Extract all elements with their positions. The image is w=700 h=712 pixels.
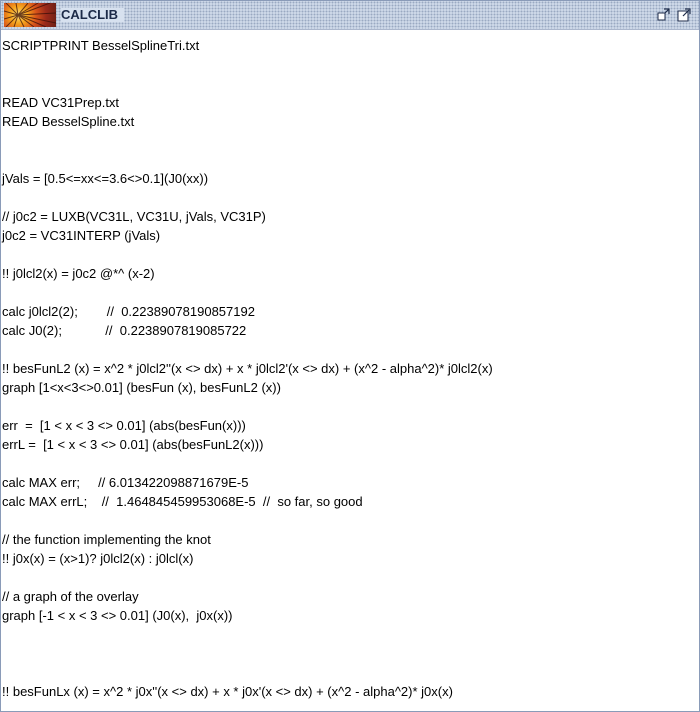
script-line: calc MAX errL; // 1.464845459953068E-5 /… (2, 494, 363, 509)
restore-icon[interactable] (657, 8, 671, 22)
script-line: // a graph of the overlay (2, 589, 139, 604)
script-line: !! besFunL2 (x) = x^2 * j0lcl2''(x <> dx… (2, 361, 493, 376)
title-bar[interactable]: CALCLIB (1, 1, 699, 30)
script-line: j0c2 = VC31INTERP (jVals) (2, 228, 161, 243)
script-line: graph [1<x<3<>0.01] (besFun (x), besFunL… (2, 380, 281, 395)
script-line: calc J0(2); // 0.2238907819085722 (2, 323, 247, 338)
script-line: calc MAX err; // 6.013422098871679E-5 (2, 475, 249, 490)
script-line: graph [-1 < x < 3 <> 0.01] (J0(x), j0x(x… (2, 608, 233, 623)
script-line: jVals = [0.5<=xx<=3.6<>0.1](J0(xx)) (2, 171, 209, 186)
script-line: READ BesselSpline.txt (2, 114, 135, 129)
script-line: // the function implementing the knot (2, 532, 211, 547)
script-line: // j0c2 = LUXB(VC31L, VC31U, jVals, VC31… (2, 209, 266, 224)
script-line: !! besFunLx (x) = x^2 * j0x''(x <> dx) +… (2, 684, 453, 699)
script-line: SCRIPTPRINT BesselSplineTri.txt (2, 38, 200, 53)
calclib-window: CALCLIB SCRIPTPRINT BesselSplineTri.txt … (0, 0, 700, 712)
script-line: errL = [1 < x < 3 <> 0.01] (abs(besFunL2… (2, 437, 264, 452)
script-line: calc j0lcl2(2); // 0.22389078190857192 (2, 304, 255, 319)
script-line: !! j0x(x) = (x>1)? j0lcl2(x) : j0lcl(x) (2, 551, 194, 566)
script-line: READ VC31Prep.txt (2, 95, 120, 110)
script-line: !! j0lcl2(x) = j0c2 @*^ (x-2) (2, 266, 155, 281)
script-line: err = [1 < x < 3 <> 0.01] (abs(besFun(x)… (2, 418, 246, 433)
window-title: CALCLIB (61, 8, 125, 22)
script-text-area[interactable]: SCRIPTPRINT BesselSplineTri.txt READ VC3… (1, 30, 699, 711)
maximize-icon[interactable] (677, 8, 691, 22)
app-logo (4, 3, 56, 27)
